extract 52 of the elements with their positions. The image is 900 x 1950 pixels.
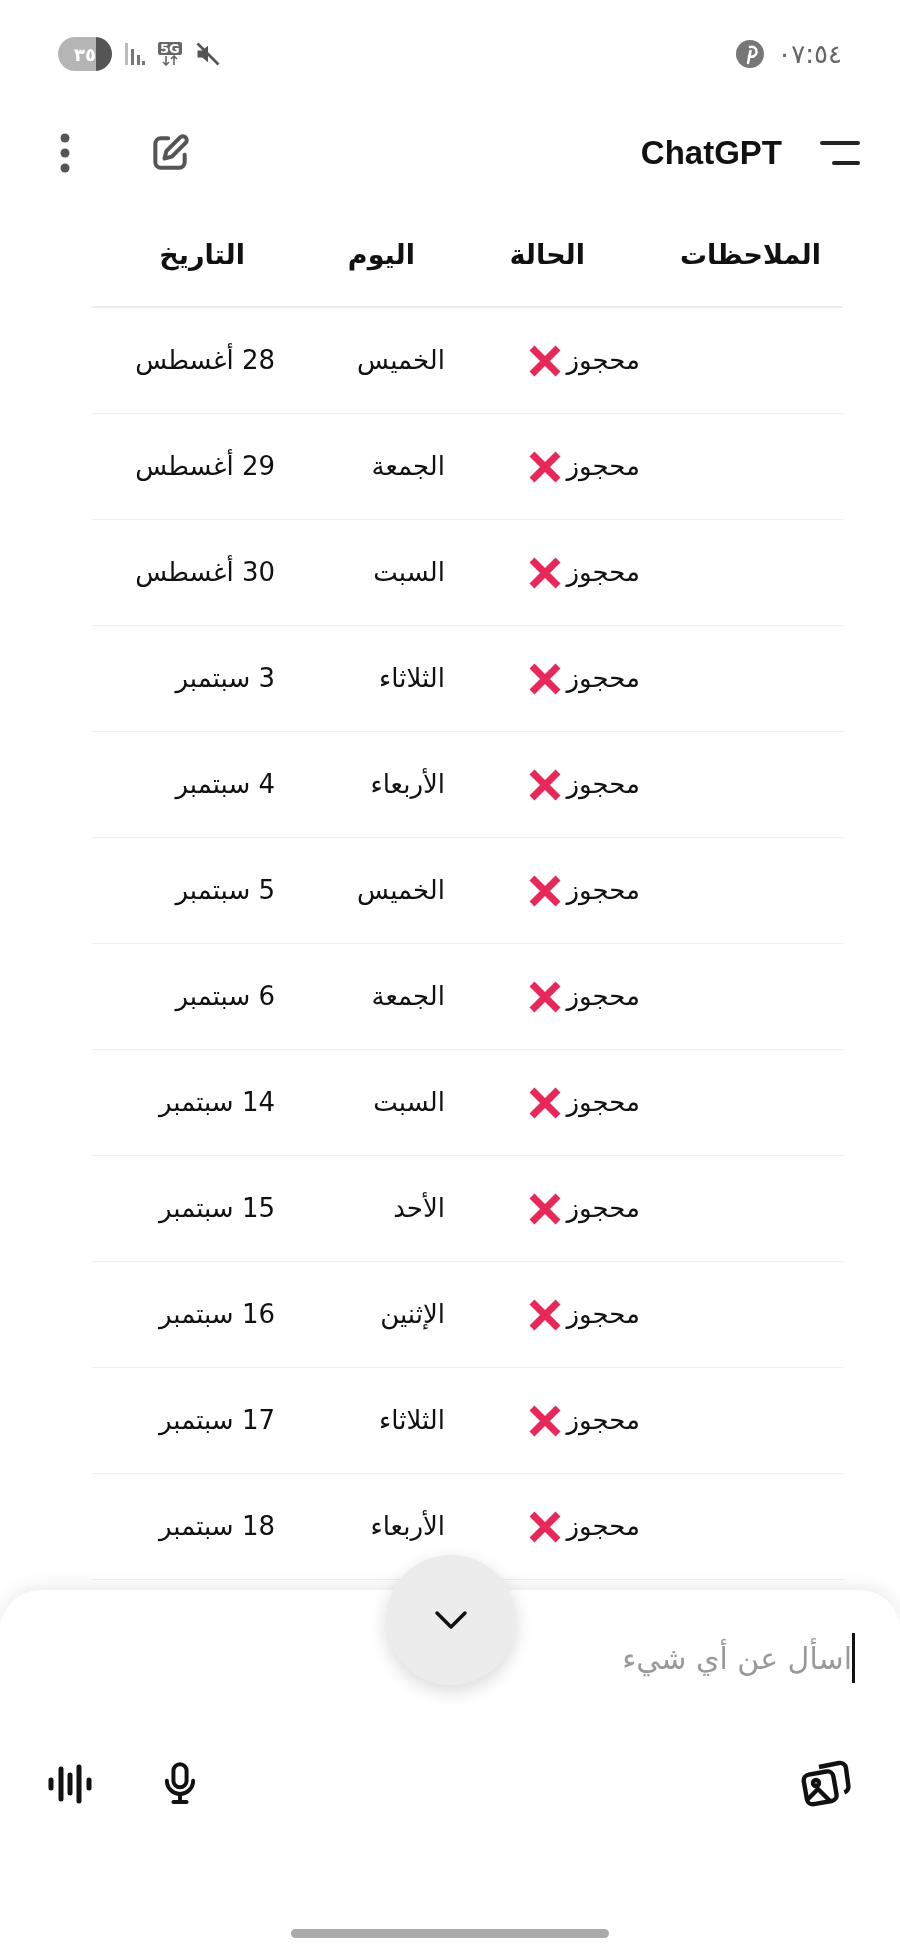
table-cell-text: محجوز bbox=[566, 662, 640, 696]
clock-time: ٠٧:٥٤ bbox=[777, 37, 842, 71]
table-cell: السبت bbox=[373, 557, 445, 587]
chevron-down-icon bbox=[434, 1610, 468, 1630]
menu-icon bbox=[820, 139, 860, 166]
table-cell: 16 سبتمبر bbox=[158, 1299, 275, 1329]
table-cell: السبت bbox=[373, 1087, 445, 1117]
table-cell: 18 سبتمبر bbox=[158, 1511, 275, 1541]
table-cell: 14 سبتمبر bbox=[158, 1087, 275, 1117]
image-stack-icon bbox=[801, 1759, 853, 1809]
app-title: ChatGPT bbox=[640, 132, 782, 173]
table-cell: 6 سبتمبر bbox=[175, 981, 275, 1011]
table-cell: الخميس bbox=[357, 345, 445, 375]
table-cell: 3 سبتمبر bbox=[175, 663, 275, 693]
table-cell: 5 سبتمبر bbox=[175, 875, 275, 905]
table-cell-text: محجوز bbox=[566, 1404, 640, 1438]
table-cell: الأربعاء bbox=[370, 1511, 445, 1541]
table-cell: الجمعة bbox=[371, 981, 445, 1011]
battery-indicator: ٣٥ bbox=[58, 37, 112, 71]
network-indicator: 5G bbox=[158, 42, 182, 66]
table-cell-text: محجوز bbox=[566, 1192, 640, 1226]
column-header: الملاحظات bbox=[678, 238, 822, 273]
table-cell: 28 أغسطس bbox=[135, 345, 275, 375]
table-cell: الثلاثاء bbox=[379, 1405, 445, 1435]
more-icon bbox=[60, 132, 70, 173]
table-cell-text: محجوز bbox=[566, 556, 640, 590]
table-cell: الثلاثاء bbox=[379, 663, 445, 693]
table-cell-text: محجوز bbox=[566, 874, 640, 908]
table-cell-text: محجوز bbox=[566, 1510, 640, 1544]
table-cell: الأحد bbox=[393, 1193, 445, 1223]
column-header: الحالة bbox=[508, 238, 586, 273]
table-cell-text: محجوز bbox=[566, 450, 640, 484]
table-cell-text: محجوز bbox=[566, 768, 640, 802]
column-header: اليوم bbox=[346, 238, 416, 273]
table-cell-text: محجوز bbox=[566, 344, 640, 378]
sound-wave-icon bbox=[47, 1763, 93, 1805]
table-cell: الإثنين bbox=[380, 1299, 445, 1329]
message-input[interactable]: اسأل عن أي شيء bbox=[45, 1630, 855, 1686]
table-cell: 29 أغسطس bbox=[135, 451, 275, 481]
table-cell-text: محجوز bbox=[566, 980, 640, 1014]
pin-icon bbox=[735, 39, 766, 69]
table-cell-text: محجوز bbox=[566, 1086, 640, 1120]
table-cell: 17 سبتمبر bbox=[158, 1405, 275, 1435]
table-cell: 30 أغسطس bbox=[135, 557, 275, 587]
table-cell: 15 سبتمبر bbox=[158, 1193, 275, 1223]
table-cell-text: محجوز bbox=[566, 1298, 640, 1332]
table-cell: الأربعاء bbox=[370, 769, 445, 799]
table-cell: الخميس bbox=[357, 875, 445, 905]
table-cell: الجمعة bbox=[371, 451, 445, 481]
column-header: التاريخ bbox=[158, 238, 246, 273]
signal-icon bbox=[124, 41, 146, 67]
table-cell: 4 سبتمبر bbox=[175, 769, 275, 799]
